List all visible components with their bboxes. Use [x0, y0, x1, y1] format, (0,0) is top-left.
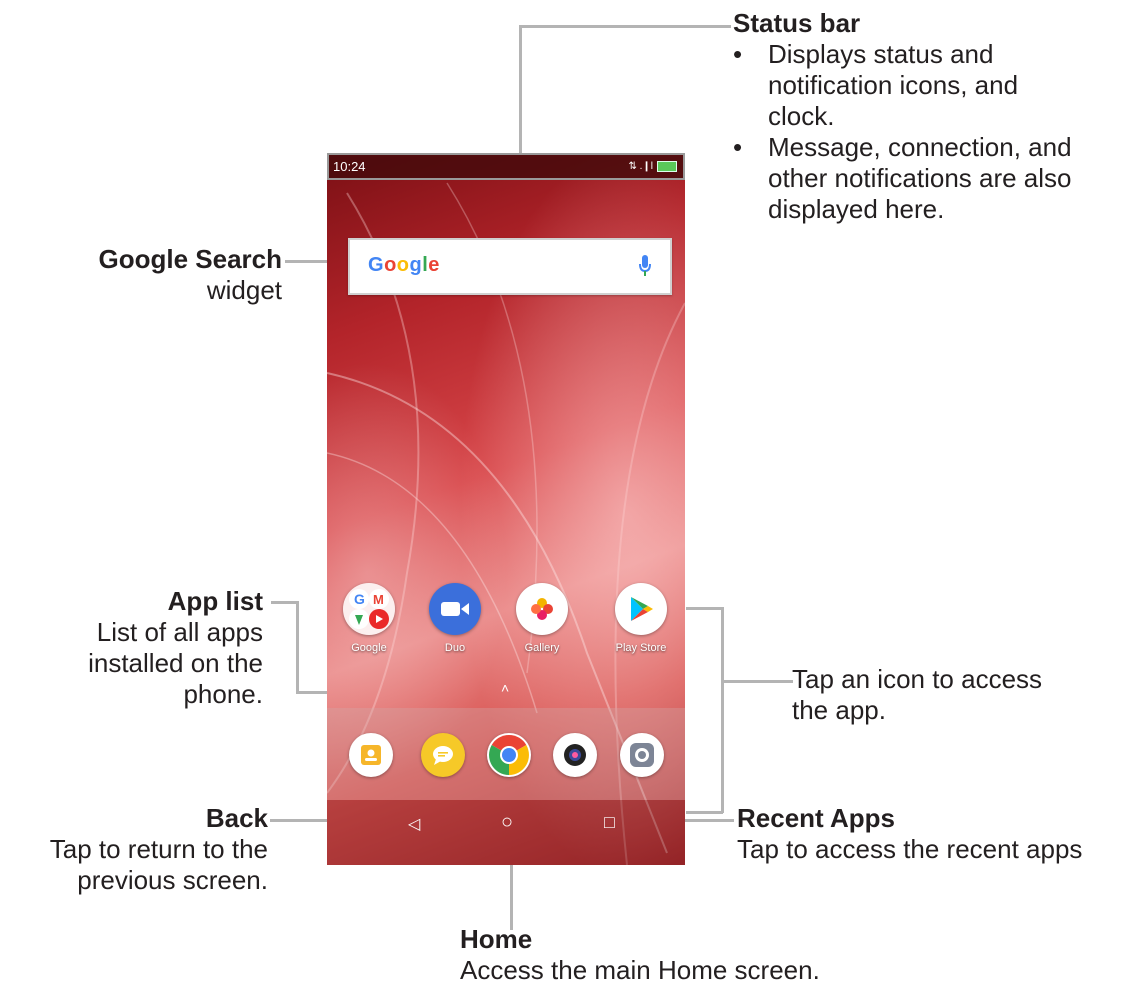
status-bullet-2-line-3: displayed here.: [768, 194, 945, 224]
status-icons: ⇅ .❙l: [628, 155, 677, 178]
back-title: Back: [205, 803, 268, 833]
svg-text:G: G: [354, 591, 365, 607]
recent-apps-button[interactable]: □: [604, 812, 615, 833]
app-list-leader-h1: [271, 601, 298, 604]
tap-icon-line-2: the app.: [792, 695, 886, 725]
google-search-subtitle: widget: [206, 275, 282, 305]
status-bullet-1-line-2: notification icons, and: [768, 70, 1019, 100]
status-bar-callout: Status bar • Displays status and notific…: [733, 8, 1132, 225]
mic-icon[interactable]: [638, 254, 652, 278]
home-callout: Home Access the main Home screen.: [460, 924, 880, 986]
app-list-callout: App list List of all apps installed on t…: [0, 586, 263, 710]
google-search-title: Google Search: [98, 244, 283, 274]
battery-icon: [657, 161, 677, 172]
signal-icon: ⇅ .❙l: [628, 161, 653, 172]
phone-screen: 10:24 ⇅ .❙l Google G M Google Duo Galler…: [327, 153, 685, 865]
google-search-callout: Google Search widget: [0, 244, 283, 306]
status-bullet-2: • Message, connection, and other notific…: [733, 132, 1132, 225]
status-bullet-2-line-1: Message, connection, and: [768, 132, 1072, 162]
app-label-play-store: Play Store: [615, 642, 667, 654]
status-bullet-2-line-2: other notifications are also: [768, 163, 1072, 193]
navigation-bar: ◁ ○ □: [327, 800, 685, 865]
app-label-gallery: Gallery: [524, 642, 560, 654]
back-line-1: Tap to return to the: [49, 834, 268, 864]
app-duo[interactable]: Duo: [420, 583, 490, 654]
tap-icon-line-1: Tap an icon to access: [792, 664, 1043, 694]
clock: 10:24: [333, 159, 366, 174]
status-bar-leader-v: [519, 25, 522, 155]
camera-icon[interactable]: [553, 733, 597, 777]
play-store-icon: [615, 583, 667, 635]
app-list-leader-v: [296, 601, 299, 693]
app-list-caret[interactable]: ˄: [501, 680, 509, 696]
app-list-line-3: phone.: [183, 679, 263, 709]
app-label-google: Google: [351, 642, 387, 654]
tap-icon-callout: Tap an icon to access the app.: [792, 664, 1122, 726]
google-search-widget[interactable]: Google: [348, 238, 672, 295]
status-bar-title: Status bar: [733, 8, 861, 38]
status-bar[interactable]: 10:24 ⇅ .❙l: [327, 153, 685, 180]
apps-bracket-top: [686, 607, 723, 610]
google-logo: Google: [368, 254, 440, 276]
status-bullet-1-line-3: clock.: [768, 101, 835, 131]
dock: [327, 708, 685, 800]
app-google-folder[interactable]: G M Google: [334, 583, 404, 654]
recent-apps-callout: Recent Apps Tap to access the recent app…: [737, 803, 1132, 865]
apps-bracket-mid: [723, 680, 793, 683]
home-button[interactable]: ○: [501, 811, 513, 834]
back-callout: Back Tap to return to the previous scree…: [0, 803, 268, 896]
contacts-icon[interactable]: [349, 733, 393, 777]
chrome-icon[interactable]: [487, 733, 531, 777]
status-bullet-1: • Displays status and notification icons…: [733, 39, 1132, 132]
gallery-icon: [516, 583, 568, 635]
apps-bracket-bottom: [686, 811, 723, 814]
duo-icon: [429, 583, 481, 635]
back-button[interactable]: ◁: [408, 814, 420, 834]
home-title: Home: [460, 924, 533, 954]
app-gallery[interactable]: Gallery: [507, 583, 577, 654]
svg-text:M: M: [373, 592, 384, 607]
back-line-2: previous screen.: [77, 865, 268, 895]
status-bar-leader-h: [519, 25, 731, 28]
home-line-1: Access the main Home screen.: [460, 955, 820, 985]
app-list-title: App list: [167, 586, 263, 616]
google-folder-icon: G M: [343, 583, 395, 635]
apps-bracket-v: [721, 607, 724, 813]
settings-icon[interactable]: [620, 733, 664, 777]
app-play-store[interactable]: Play Store: [606, 583, 676, 654]
app-list-line-1: List of all apps: [96, 617, 263, 647]
recent-apps-line-1: Tap to access the recent apps: [737, 834, 1083, 864]
messages-icon[interactable]: [421, 733, 465, 777]
recent-apps-title: Recent Apps: [737, 803, 895, 833]
status-bullet-1-line-1: Displays status and: [768, 39, 994, 69]
app-list-line-2: installed on the: [88, 648, 263, 678]
app-label-duo: Duo: [444, 642, 466, 654]
